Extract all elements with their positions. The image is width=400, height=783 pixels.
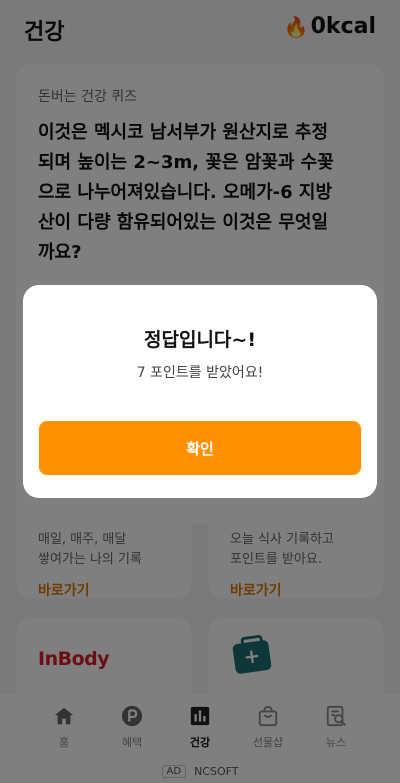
quiz-result-dialog: 정답입니다~! 7 포인트를 받았어요! 확인 (23, 285, 377, 498)
dialog-title: 정답입니다~! (144, 329, 256, 351)
dialog-message: 7 포인트를 받았어요! (136, 365, 264, 381)
confirm-button[interactable]: 확인 (39, 421, 361, 475)
